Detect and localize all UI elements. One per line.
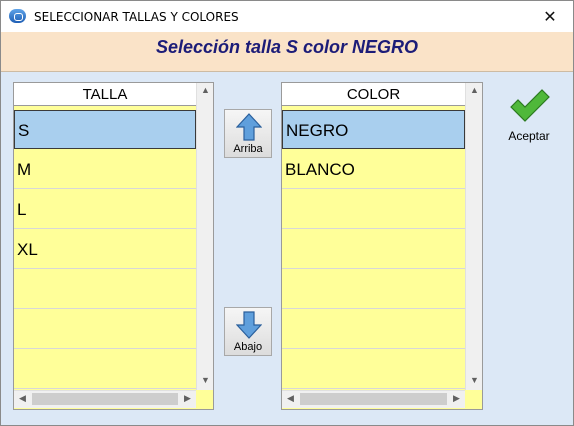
color-column-header[interactable]: COLOR bbox=[282, 83, 465, 106]
talla-vertical-scrollbar[interactable]: ▲ ▼ bbox=[196, 83, 213, 390]
scroll-left-arrow-icon[interactable]: ◀ bbox=[14, 393, 31, 404]
scroll-left-arrow-icon[interactable]: ◀ bbox=[282, 393, 299, 404]
move-down-button[interactable]: Abajo bbox=[224, 307, 272, 356]
accept-label: Aceptar bbox=[508, 129, 550, 143]
color-row[interactable] bbox=[282, 350, 465, 389]
color-row[interactable] bbox=[282, 230, 465, 269]
scroll-down-arrow-icon[interactable]: ▼ bbox=[466, 375, 482, 385]
close-icon: ✕ bbox=[543, 8, 557, 26]
talla-column-header[interactable]: TALLA bbox=[14, 83, 196, 106]
scroll-right-arrow-icon[interactable]: ▶ bbox=[448, 393, 465, 404]
close-button[interactable]: ✕ bbox=[527, 1, 573, 32]
scroll-down-arrow-icon[interactable]: ▼ bbox=[197, 375, 213, 385]
up-arrow-icon bbox=[236, 113, 262, 141]
scroll-thumb[interactable] bbox=[32, 393, 178, 405]
checkmark-icon bbox=[510, 89, 550, 122]
talla-row[interactable]: XL bbox=[14, 230, 196, 269]
talla-grid[interactable]: TALLA S M L XL ▲ ▼ ◀ ▶ bbox=[13, 82, 214, 410]
talla-row[interactable] bbox=[14, 270, 196, 309]
talla-horizontal-scrollbar[interactable]: ◀ ▶ bbox=[14, 390, 196, 408]
selection-summary: Selección talla S color NEGRO bbox=[155, 37, 419, 57]
color-row[interactable] bbox=[282, 190, 465, 229]
color-horizontal-scrollbar[interactable]: ◀ ▶ bbox=[282, 390, 465, 408]
talla-row[interactable]: L bbox=[14, 190, 196, 229]
move-down-label: Abajo bbox=[233, 341, 263, 353]
window-title: SELECCIONAR TALLAS Y COLORES bbox=[34, 10, 239, 24]
down-arrow-icon bbox=[236, 311, 262, 339]
scroll-up-arrow-icon[interactable]: ▲ bbox=[466, 85, 482, 95]
talla-row[interactable]: S bbox=[14, 110, 196, 149]
selection-banner: Selección talla S color NEGRO bbox=[1, 32, 573, 72]
dialog-window: SELECCIONAR TALLAS Y COLORES ✕ Selección… bbox=[0, 0, 574, 426]
scroll-thumb[interactable] bbox=[300, 393, 447, 405]
color-row[interactable]: NEGRO bbox=[282, 110, 465, 149]
scroll-up-arrow-icon[interactable]: ▲ bbox=[197, 85, 213, 95]
color-row[interactable] bbox=[282, 270, 465, 309]
title-bar: SELECCIONAR TALLAS Y COLORES ✕ bbox=[1, 1, 573, 32]
talla-row[interactable] bbox=[14, 350, 196, 389]
color-grid[interactable]: COLOR NEGRO BLANCO ▲ ▼ ◀ ▶ bbox=[281, 82, 483, 410]
app-logo-icon bbox=[9, 9, 26, 23]
talla-row[interactable]: M bbox=[14, 150, 196, 189]
color-row[interactable] bbox=[282, 310, 465, 349]
accept-button[interactable]: Aceptar bbox=[502, 89, 556, 149]
color-vertical-scrollbar[interactable]: ▲ ▼ bbox=[465, 83, 482, 390]
talla-row[interactable] bbox=[14, 310, 196, 349]
move-up-label: Arriba bbox=[233, 143, 263, 155]
move-up-button[interactable]: Arriba bbox=[224, 109, 272, 158]
color-row[interactable]: BLANCO bbox=[282, 150, 465, 189]
scroll-right-arrow-icon[interactable]: ▶ bbox=[179, 393, 196, 404]
